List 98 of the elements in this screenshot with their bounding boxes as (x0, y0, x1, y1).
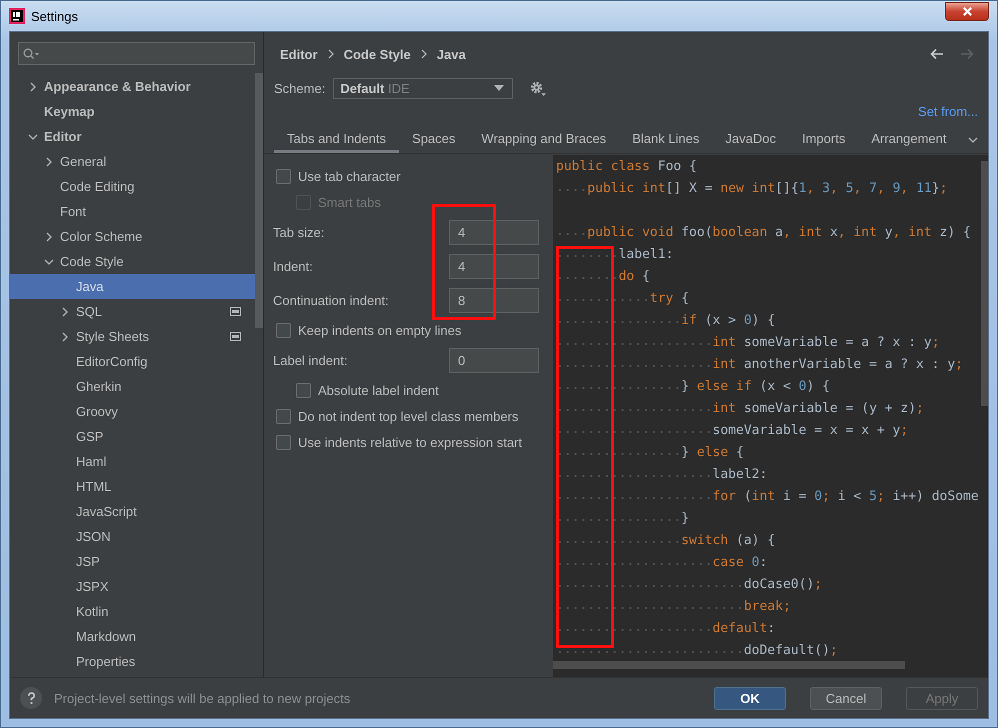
scrollbar[interactable] (255, 73, 263, 328)
scrollbar[interactable] (553, 661, 905, 669)
code-line: case 0: (712, 554, 768, 572)
dialog-button[interactable]: OK (714, 686, 786, 710)
number-field[interactable]: 4 (449, 220, 539, 244)
tab[interactable]: Imports (788, 127, 858, 153)
window-title: Settings (31, 8, 78, 24)
code-line: someVariable = x = x + y; (712, 422, 908, 440)
tree-item[interactable]: Properties (10, 649, 255, 674)
field-label: Indent: (273, 258, 314, 274)
code-line: } else if (x < 0) { (681, 378, 830, 396)
code-line: public void foo(boolean a, int x, int y, int z) { (587, 224, 971, 242)
tree-item[interactable]: Haml (10, 449, 255, 474)
tree-item[interactable]: Color Scheme (10, 224, 255, 249)
chevron-down-icon[interactable] (968, 137, 978, 143)
checkbox-label: Use tab character (298, 168, 401, 184)
tree-item[interactable]: JSPX (10, 574, 255, 599)
tab[interactable]: Tabs and Indents (274, 127, 400, 153)
code-line: do { (618, 268, 650, 286)
code-line: public int[] X = new int[]{1, 3, 5, 7, 9, 11}; (587, 180, 948, 198)
breadcrumb-item: Code Style (344, 46, 411, 62)
tree-item[interactable]: SQL (10, 299, 255, 324)
number-field[interactable]: 4 (449, 254, 539, 278)
checkbox-label: Absolute label indent (318, 382, 439, 398)
tab[interactable]: Arrangement (858, 127, 960, 153)
breadcrumb-item: Editor (280, 46, 318, 62)
number-field[interactable]: 0 (449, 348, 539, 372)
code-line: break; (744, 598, 791, 616)
code-line: int someVariable = (y + z); (712, 400, 924, 418)
question-icon (26, 692, 36, 704)
tree-item[interactable]: EditorConfig (10, 349, 255, 374)
code-line: switch (a) { (681, 532, 776, 550)
chevron-icon (328, 49, 334, 59)
checkbox-label: Use indents relative to expression start (298, 434, 522, 450)
tree-item[interactable]: Keymap (10, 99, 255, 124)
chevron-icon (420, 49, 427, 59)
set-from-link[interactable]: Set from... (918, 104, 978, 118)
code-line: doCase0(); (744, 576, 822, 594)
scrollbar[interactable] (981, 161, 988, 406)
code-line: int anotherVariable = a ? x : y; (712, 356, 963, 374)
checkbox[interactable] (276, 408, 291, 424)
tree-item[interactable]: Code Editing (10, 174, 255, 199)
tree-item[interactable]: Java (10, 274, 255, 299)
tree-item[interactable]: JSON (10, 524, 255, 549)
tree-item[interactable]: Kotlin (10, 599, 255, 624)
checkbox-label: Do not indent top level class members (298, 408, 518, 424)
tree-item[interactable]: Style Sheets (10, 324, 255, 349)
field-label: Continuation indent: (273, 292, 390, 308)
checkbox[interactable] (296, 382, 311, 398)
tree-item[interactable]: Groovy (10, 399, 255, 424)
tab[interactable]: Wrapping and Braces (468, 127, 620, 153)
field-label: Label indent: (273, 352, 348, 368)
tree-item[interactable]: GSP (10, 424, 255, 449)
tree-item[interactable]: Editor (10, 124, 255, 149)
app-icon (9, 8, 25, 24)
field-label: Tab size: (273, 224, 326, 240)
code-line: label2: (712, 466, 768, 484)
tree-item[interactable]: Code Style (10, 249, 255, 274)
checkbox-label: Keep indents on empty lines (298, 322, 462, 338)
help-button[interactable] (20, 687, 42, 709)
tab[interactable]: Spaces (399, 127, 468, 153)
code-line: for (int i = 0; i < 5; i++) doSome (712, 488, 979, 506)
code-line: default: (712, 620, 776, 638)
code-line: label1: (618, 246, 674, 264)
tree-item[interactable]: Appearance & Behavior (10, 74, 255, 99)
back-arrow-icon[interactable] (930, 48, 944, 60)
search-icon (23, 48, 39, 60)
close-button[interactable] (945, 2, 989, 21)
checkbox[interactable] (276, 434, 291, 450)
code-line: doDefault(); (744, 642, 838, 660)
checkbox-label: Smart tabs (318, 194, 381, 210)
code-line: int someVariable = a ? x : y; (712, 334, 940, 352)
checkbox[interactable] (276, 168, 291, 184)
search-field[interactable] (18, 42, 255, 65)
code-line: } else { (681, 444, 744, 462)
tree-item[interactable]: Markdown (10, 624, 255, 649)
tab[interactable]: Blank Lines (619, 127, 712, 153)
checkbox[interactable] (276, 322, 291, 338)
breadcrumb-item: Java (436, 46, 466, 62)
tree-item[interactable]: General (10, 149, 255, 174)
dialog-button[interactable]: Cancel (810, 686, 882, 710)
close-icon (962, 6, 972, 17)
tree-item[interactable]: JSP (10, 549, 255, 574)
code-line: } (681, 510, 690, 528)
tree-item[interactable]: JavaScript (10, 499, 255, 524)
number-field[interactable]: 8 (449, 288, 539, 312)
scheme-label: Scheme: (274, 80, 326, 96)
scheme-dropdown[interactable]: Default IDE (333, 78, 514, 98)
tree-item[interactable]: Font (10, 199, 255, 224)
tree-item[interactable]: HTML (10, 474, 255, 499)
code-line: if (x > 0) { (681, 312, 776, 330)
footer-message: Project-level settings will be applied to new projects (54, 690, 350, 706)
dropdown-arrow-icon (494, 85, 504, 91)
code-line: try { (650, 290, 690, 308)
code-line: public class Foo { (556, 158, 697, 176)
gear-icon[interactable] (529, 80, 546, 96)
tab[interactable]: JavaDoc (712, 127, 789, 153)
tree-item[interactable]: Gherkin (10, 374, 255, 399)
